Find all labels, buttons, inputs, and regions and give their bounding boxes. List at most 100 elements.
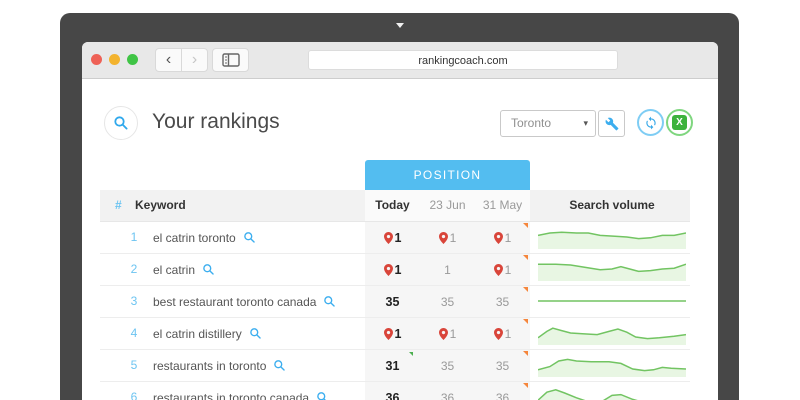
- search-volume-sparkline: [538, 225, 686, 249]
- keyword-search-icon[interactable]: [249, 327, 262, 340]
- position-31may-cell: 1: [475, 222, 530, 253]
- position-23jun-value: 1: [450, 327, 457, 341]
- location-select-value: Toronto: [511, 116, 551, 130]
- position-31may-cell: 35: [475, 286, 530, 317]
- keyword-text: best restaurant toronto canada: [153, 295, 316, 309]
- browser-window: ‹ › rankingcoach.com: [82, 42, 718, 400]
- position-23jun-cell: 1: [420, 254, 475, 285]
- minimize-window-button[interactable]: [109, 54, 120, 65]
- refresh-icon: [644, 116, 658, 130]
- page-title: Your rankings: [152, 110, 280, 134]
- keyword-cell[interactable]: el catrin: [153, 254, 215, 285]
- col-header-today: Today: [365, 190, 420, 221]
- keyword-cell[interactable]: el catrin distillery: [153, 318, 262, 349]
- position-23jun-value: 35: [441, 295, 454, 309]
- note-marker: [523, 223, 528, 228]
- traffic-lights: [91, 54, 138, 65]
- keyword-search-icon[interactable]: [243, 231, 256, 244]
- col-header-31may: 31 May: [475, 190, 530, 221]
- keyword-text: el catrin distillery: [153, 327, 242, 341]
- position-23jun-cell: 35: [420, 350, 475, 381]
- position-23jun-cell: 36: [420, 382, 475, 400]
- rankings-badge: [104, 106, 138, 140]
- position-today-cell: 35: [365, 286, 420, 317]
- sidebar-toggle-button[interactable]: [212, 48, 249, 72]
- position-block: 35 35 35: [365, 286, 530, 317]
- position-today-value: 36: [386, 391, 400, 400]
- location-select[interactable]: Toronto ▾: [500, 110, 596, 137]
- zoom-window-button[interactable]: [127, 54, 138, 65]
- position-31may-value: 35: [496, 295, 509, 309]
- position-31may-cell: 1: [475, 254, 530, 285]
- position-block: 36 36 36: [365, 382, 530, 400]
- keyword-search-icon[interactable]: [202, 263, 215, 276]
- chevron-down-icon: ▾: [583, 111, 588, 136]
- table-row: 5 restaurants in toronto 31: [100, 349, 690, 381]
- position-31may-value: 1: [505, 231, 512, 245]
- improved-marker: [409, 352, 413, 356]
- back-button[interactable]: ‹: [155, 48, 182, 72]
- map-pin-icon: [384, 264, 393, 276]
- row-number: 6: [127, 382, 141, 400]
- table-row: 1 el catrin toronto 1: [100, 221, 690, 253]
- position-31may-value: 1: [505, 327, 512, 341]
- address-bar[interactable]: rankingcoach.com: [308, 50, 618, 70]
- table-row: 3 best restaurant toronto canada 35: [100, 285, 690, 317]
- table-row: 4 el catrin distillery 1: [100, 317, 690, 349]
- position-23jun-value: 36: [441, 391, 454, 400]
- map-pin-icon: [439, 232, 448, 244]
- row-number: 5: [127, 350, 141, 381]
- position-block: 1 1 1: [365, 254, 530, 285]
- keyword-search-icon[interactable]: [273, 359, 286, 372]
- nav-buttons: ‹ ›: [155, 48, 208, 72]
- position-block: 1 1 1: [365, 318, 530, 349]
- sidebar-icon: [222, 53, 240, 67]
- keyword-cell[interactable]: el catrin toronto: [153, 222, 256, 253]
- keyword-search-icon[interactable]: [316, 391, 329, 400]
- keyword-cell[interactable]: best restaurant toronto canada: [153, 286, 336, 317]
- keyword-text: restaurants in toronto canada: [153, 391, 309, 400]
- tab-position[interactable]: POSITION: [365, 160, 530, 190]
- keyword-cell[interactable]: restaurants in toronto canada: [153, 382, 329, 400]
- position-31may-value: 36: [496, 391, 509, 400]
- browser-toolbar: ‹ › rankingcoach.com: [82, 42, 718, 79]
- search-volume-sparkline: [538, 257, 686, 281]
- position-23jun-value: 35: [441, 359, 454, 373]
- note-marker: [523, 287, 528, 292]
- keyword-cell[interactable]: restaurants in toronto: [153, 350, 286, 381]
- position-today-cell: 1: [365, 222, 420, 253]
- position-today-cell: 1: [365, 254, 420, 285]
- close-window-button[interactable]: [91, 54, 102, 65]
- row-number: 2: [127, 254, 141, 285]
- export-excel-button[interactable]: X: [666, 109, 693, 136]
- position-31may-cell: 35: [475, 350, 530, 381]
- position-23jun-cell: 1: [420, 222, 475, 253]
- position-31may-value: 1: [505, 263, 512, 277]
- position-today-value: 1: [395, 231, 402, 245]
- position-31may-cell: 1: [475, 318, 530, 349]
- position-today-value: 35: [386, 295, 400, 309]
- device-frame: ‹ › rankingcoach.com: [60, 13, 739, 400]
- keyword-search-icon[interactable]: [323, 295, 336, 308]
- col-header-keyword: Keyword: [135, 190, 186, 221]
- col-header-search-volume: Search volume: [552, 190, 672, 221]
- position-today-value: 31: [386, 359, 400, 373]
- map-pin-icon: [384, 232, 393, 244]
- table-row: 2 el catrin 1: [100, 253, 690, 285]
- frame-notch-mark: [396, 23, 404, 28]
- note-marker: [523, 255, 528, 260]
- keyword-text: el catrin toronto: [153, 231, 236, 245]
- search-volume-sparkline: [538, 353, 686, 377]
- position-23jun-cell: 1: [420, 318, 475, 349]
- forward-button[interactable]: ›: [181, 48, 208, 72]
- position-31may-value: 35: [496, 359, 509, 373]
- map-pin-icon: [384, 328, 393, 340]
- settings-button[interactable]: [598, 110, 625, 137]
- keyword-text: el catrin: [153, 263, 195, 277]
- refresh-button[interactable]: [637, 109, 664, 136]
- map-pin-icon: [494, 264, 503, 276]
- search-volume-sparkline: [538, 385, 686, 400]
- note-marker: [523, 319, 528, 324]
- search-volume-sparkline: [538, 289, 686, 313]
- search-volume-sparkline: [538, 321, 686, 345]
